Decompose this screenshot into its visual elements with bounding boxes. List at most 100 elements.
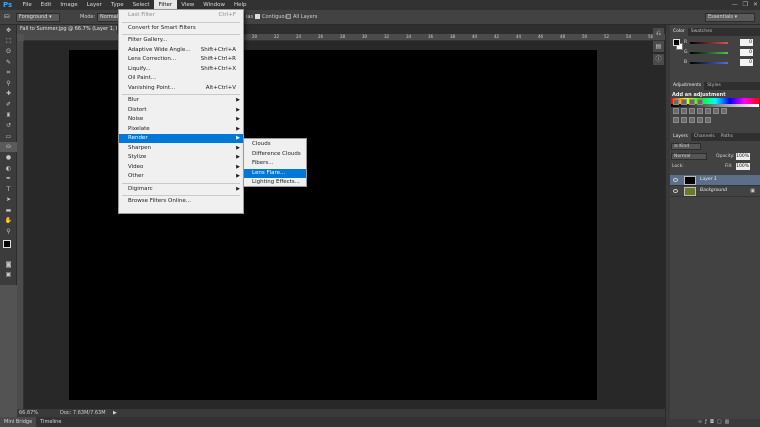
tab-swatches[interactable]: Swatches <box>688 28 716 36</box>
levels-icon[interactable] <box>681 99 687 105</box>
menu-layer[interactable]: Layer <box>82 0 106 10</box>
color-lookup-icon[interactable] <box>721 108 727 114</box>
tab-styles[interactable]: Styles <box>704 82 724 90</box>
tab-timeline[interactable]: Timeline <box>36 417 65 427</box>
tab-layers[interactable]: Layers <box>670 133 691 141</box>
foreground-color-swatch[interactable] <box>3 239 11 248</box>
document-tab[interactable]: Fall to Summer.jpg @ 66.7% (Layer 1, RGB… <box>17 25 117 34</box>
filter-menu-item-lens-correction[interactable]: Lens Correction... Shift+Ctrl+R <box>119 55 243 64</box>
opacity-input[interactable]: 100% <box>736 153 750 160</box>
history-panel-icon[interactable]: ⎌ <box>653 28 664 39</box>
tab-paths[interactable]: Paths <box>718 133 736 141</box>
filter-menu-item-stylize[interactable]: Stylize ▶ <box>119 153 243 162</box>
exposure-icon[interactable] <box>697 99 703 105</box>
posterize-icon[interactable] <box>681 117 687 123</box>
paint-bucket-icon[interactable]: ⛀ <box>4 12 10 21</box>
slider-track[interactable] <box>690 42 728 44</box>
hand-tool-icon[interactable]: ✋ <box>0 216 17 227</box>
curves-icon[interactable] <box>689 99 695 105</box>
zoom-tool-icon[interactable]: ⚲ <box>0 226 17 237</box>
render-menu-item-difference-clouds[interactable]: Difference Clouds <box>244 150 306 159</box>
threshold-icon[interactable] <box>689 117 695 123</box>
filter-menu-item-browse-filters-online[interactable]: Browse Filters Online... <box>119 197 243 206</box>
filter-menu-item-sharpen[interactable]: Sharpen ▶ <box>119 144 243 153</box>
screen-mode-icon[interactable]: ▣ <box>0 269 17 280</box>
info-panel-icon[interactable]: ⓘ <box>653 54 664 65</box>
preset-dropdown[interactable]: Foreground ▾ <box>16 13 60 22</box>
path-select-tool-icon[interactable]: ➤ <box>0 195 17 206</box>
layer-kind-filter[interactable]: ⊘ Kind <box>671 143 701 150</box>
filter-menu-item-adaptive-wide-angle[interactable]: Adaptive Wide Angle... Shift+Ctrl+A <box>119 46 243 55</box>
render-menu-item-clouds[interactable]: Clouds <box>244 140 306 149</box>
workspace-dropdown[interactable]: Essentials ▾ <box>705 13 755 22</box>
vibrance-icon[interactable] <box>673 108 679 114</box>
tab-color[interactable]: Color <box>670 28 688 36</box>
menu-file[interactable]: File <box>18 0 36 10</box>
color-slider-r[interactable]: R0 <box>684 39 754 46</box>
close-icon[interactable]: ✕ <box>753 1 758 8</box>
tab-adjustments[interactable]: Adjustments <box>670 82 705 90</box>
color-swatches[interactable] <box>0 237 17 259</box>
paint-bucket-tool-icon[interactable]: ⛀ <box>0 141 17 153</box>
brightness-contrast-icon[interactable] <box>673 99 679 105</box>
slider-value-input[interactable]: 0 <box>740 39 753 46</box>
filter-menu-item-other[interactable]: Other ▶ <box>119 172 243 181</box>
blend-mode-dropdown[interactable]: Normal <box>671 153 707 160</box>
filter-menu-item-convert-for-smart-filters[interactable]: Convert for Smart Filters <box>119 24 243 33</box>
shape-tool-icon[interactable]: ▬ <box>0 205 17 216</box>
tab-channels[interactable]: Channels <box>691 133 718 141</box>
lasso-tool-icon[interactable]: ʘ <box>0 46 17 57</box>
zoom-level[interactable]: 66.67% <box>19 409 38 417</box>
color-balance-icon[interactable] <box>689 108 695 114</box>
clone-stamp-tool-icon[interactable]: ♜ <box>0 110 17 121</box>
quick-mask-icon[interactable]: ◙ <box>0 259 17 270</box>
new-layer-icon[interactable]: ▢ <box>717 419 725 425</box>
move-tool-icon[interactable]: ✥ <box>0 25 17 36</box>
render-menu-item-lighting-effects[interactable]: Lighting Effects... <box>244 178 306 187</box>
color-slider-g[interactable]: G0 <box>684 49 754 56</box>
type-tool-icon[interactable]: T <box>0 184 17 195</box>
quick-select-tool-icon[interactable]: ✎ <box>0 57 17 68</box>
crop-tool-icon[interactable]: ⌗ <box>0 67 17 78</box>
healing-brush-tool-icon[interactable]: ✚ <box>0 89 17 100</box>
properties-panel-icon[interactable]: ▤ <box>653 41 664 52</box>
channel-mixer-icon[interactable] <box>713 108 719 114</box>
filter-menu-item-digimarc[interactable]: Digimarc ▶ <box>119 185 243 194</box>
gradient-map-icon[interactable] <box>697 117 703 123</box>
slider-value-input[interactable]: 0 <box>740 49 753 56</box>
contiguous-checkbox[interactable]: Contiguous <box>255 13 290 22</box>
fill-input[interactable]: 100% <box>736 163 750 170</box>
layer-row[interactable]: Layer 1 <box>670 175 760 186</box>
eraser-tool-icon[interactable]: ▭ <box>0 131 17 142</box>
filter-menu-item-filter-gallery[interactable]: Filter Gallery... <box>119 36 243 45</box>
filter-menu-item-distort[interactable]: Distort ▶ <box>119 106 243 115</box>
filter-menu-item-video[interactable]: Video ▶ <box>119 163 243 172</box>
vertical-ruler[interactable] <box>17 41 24 409</box>
slider-track[interactable] <box>690 52 728 54</box>
visibility-eye-icon[interactable] <box>673 189 678 193</box>
status-menu-arrow-icon[interactable]: ▶ <box>113 409 117 417</box>
filter-menu-item-render[interactable]: Render ▶ <box>119 134 243 143</box>
layer-row[interactable]: Background ▣ <box>670 186 760 197</box>
filter-menu-item-liquify[interactable]: Liquify... Shift+Ctrl+X <box>119 65 243 74</box>
invert-icon[interactable] <box>673 117 679 123</box>
menu-edit[interactable]: Edit <box>36 0 56 10</box>
all-layers-checkbox[interactable]: All Layers <box>286 13 317 22</box>
blur-tool-icon[interactable]: ● <box>0 152 17 163</box>
brush-tool-icon[interactable]: ✐ <box>0 99 17 110</box>
render-menu-item-lens-flare[interactable]: Lens Flare... <box>244 168 306 178</box>
filter-menu-item-last-filter[interactable]: Last Filter Ctrl+F <box>119 11 243 20</box>
color-slider-b[interactable]: B0 <box>684 59 754 66</box>
panel-foreground-swatch[interactable] <box>673 39 680 46</box>
hue-saturation-icon[interactable] <box>681 108 687 114</box>
mode-dropdown[interactable]: Normal <box>97 13 119 22</box>
slider-value-input[interactable]: 0 <box>740 59 753 66</box>
filter-menu-item-blur[interactable]: Blur ▶ <box>119 96 243 105</box>
trash-icon[interactable]: ▥ <box>725 419 733 425</box>
filter-menu-item-noise[interactable]: Noise ▶ <box>119 115 243 124</box>
minimize-icon[interactable]: — <box>732 1 738 8</box>
visibility-eye-icon[interactable] <box>673 178 678 182</box>
selective-color-icon[interactable] <box>705 117 711 123</box>
marquee-tool-icon[interactable]: ⬚ <box>0 36 17 47</box>
filter-menu-item-oil-paint[interactable]: Oil Paint... <box>119 74 243 83</box>
